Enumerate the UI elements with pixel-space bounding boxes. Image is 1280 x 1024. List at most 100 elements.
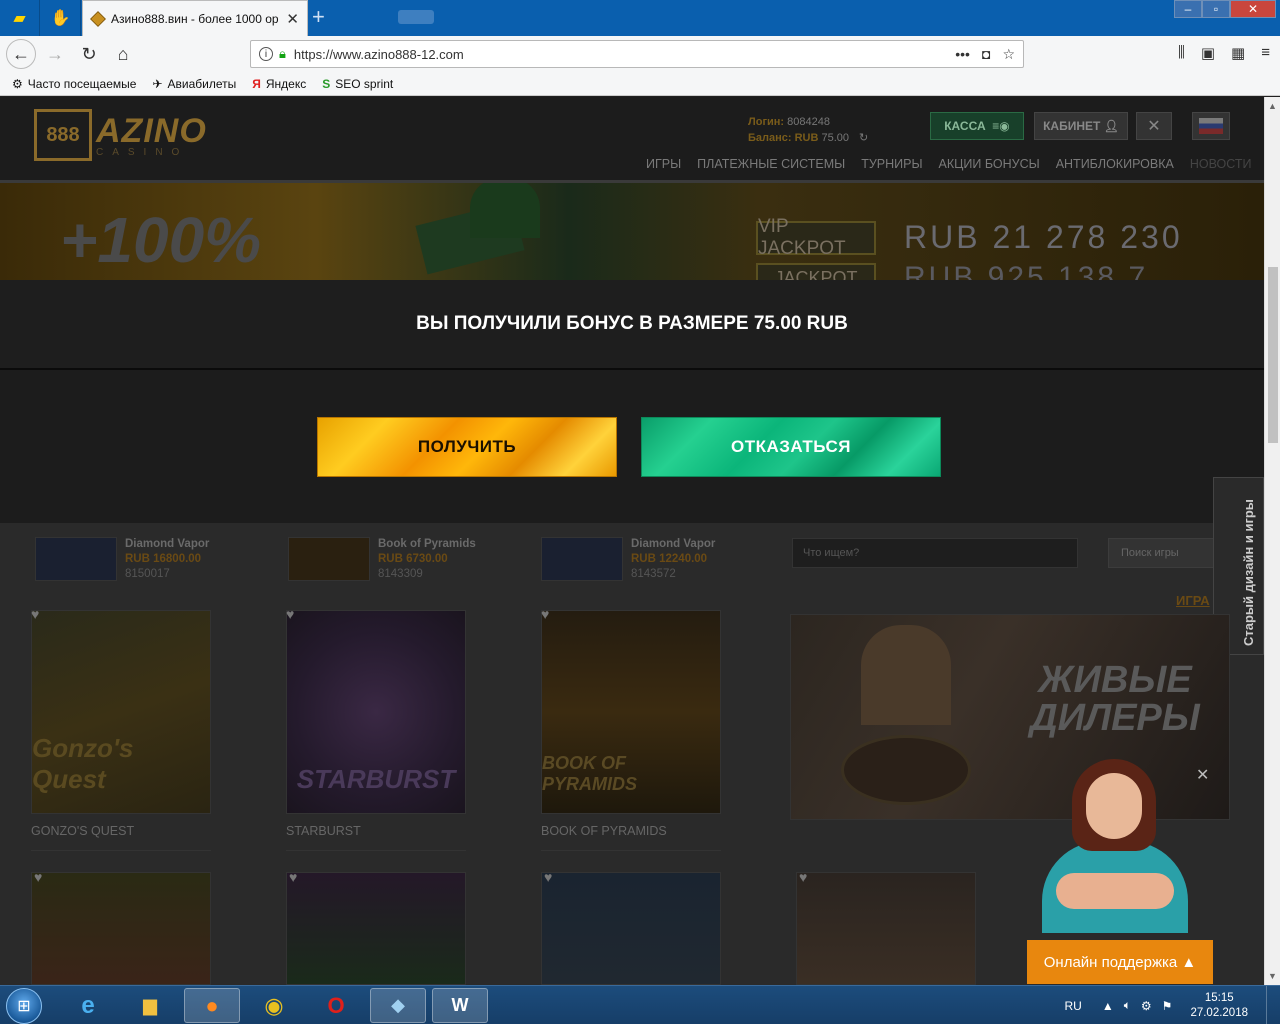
plane-icon: ✈: [152, 76, 163, 91]
kabinet-button[interactable]: КАБИНЕТ 👤︎: [1034, 112, 1128, 140]
favorite-heart-icon[interactable]: ♥: [289, 869, 297, 885]
taskbar-chrome[interactable]: ◉: [246, 988, 302, 1023]
taskbar-explorer[interactable]: ▆: [122, 988, 178, 1023]
winner-item[interactable]: Diamond Vapor RUB 16800.00 8150017: [35, 537, 209, 582]
bookmark-star-icon[interactable]: ☆: [1002, 46, 1015, 63]
favorite-heart-icon[interactable]: ♥: [544, 869, 552, 885]
volume-icon[interactable]: 🔈︎: [1124, 998, 1131, 1013]
game-search-input[interactable]: Что ищем?: [792, 538, 1078, 568]
taskbar-world-of-tanks[interactable]: W: [432, 988, 488, 1023]
game-thumbnail[interactable]: Gonzo's Quest: [31, 610, 211, 814]
close-support-popup-icon[interactable]: ✕: [1196, 765, 1209, 785]
tray-expand-icon[interactable]: ▲: [1102, 999, 1114, 1013]
site-logo[interactable]: 888 AZINO CASINO: [34, 109, 207, 161]
game-title[interactable]: BOOK OF PYRAMIDS: [541, 824, 721, 851]
forward-button[interactable]: →: [40, 39, 70, 69]
game-title[interactable]: STARBURST: [286, 824, 466, 851]
game-title[interactable]: GONZO'S QUEST: [31, 824, 211, 851]
active-tab[interactable]: Азино888.вин - более 1000 ор ✕: [82, 0, 308, 36]
minimize-button[interactable]: –: [1174, 0, 1202, 18]
game-card[interactable]: ♥: [31, 869, 211, 985]
language-indicator[interactable]: RU: [1064, 999, 1081, 1013]
url-text[interactable]: https://www.azino888-12.com: [294, 47, 943, 62]
start-button[interactable]: ⊞: [6, 988, 42, 1024]
winner-game-thumbnail: [35, 537, 117, 581]
pocket-icon[interactable]: ◘: [982, 46, 990, 62]
favorite-heart-icon[interactable]: ♥: [541, 606, 549, 622]
home-button[interactable]: ⌂: [108, 39, 138, 69]
page-actions-icon[interactable]: •••: [955, 46, 970, 62]
menu-item-payments[interactable]: ПЛАТЕЖНЫЕ СИСТЕМЫ: [697, 157, 845, 171]
game-card[interactable]: ♥ STARBURST STARBURST: [286, 606, 466, 851]
lock-icon[interactable]: 🔒︎: [279, 46, 286, 62]
game-card[interactable]: ♥: [796, 869, 976, 985]
all-games-link[interactable]: ИГРА: [1176, 593, 1210, 608]
login-label: Логин:: [748, 116, 785, 128]
winner-item[interactable]: Book of Pyramids RUB 6730.00 8143309: [288, 537, 476, 582]
game-thumbnail[interactable]: BOOK OF PYRAMIDS: [541, 610, 721, 814]
live-dealers-title: ЖИВЫЕ ДИЛЕРЫ: [1030, 659, 1200, 739]
game-thumbnail[interactable]: STARBURST: [286, 610, 466, 814]
scroll-down-icon[interactable]: ▼: [1268, 971, 1277, 981]
show-desktop-button[interactable]: [1266, 986, 1280, 1024]
accept-bonus-button[interactable]: ПОЛУЧИТЬ: [317, 417, 617, 477]
menu-item-tournaments[interactable]: ТУРНИРЫ: [861, 157, 922, 171]
new-tab-button[interactable]: +: [312, 4, 325, 30]
close-tab-icon[interactable]: ✕: [286, 10, 299, 28]
window-controls: – ▫ ✕: [1174, 0, 1276, 18]
kassa-button[interactable]: КАССА ≡◉: [930, 112, 1024, 140]
bookmark-avia[interactable]: ✈ Авиабилеты: [152, 77, 236, 91]
info-icon[interactable]: i: [259, 47, 273, 61]
decline-bonus-button[interactable]: ОТКАЗАТЬСЯ: [641, 417, 941, 477]
extension-icon[interactable]: ▦: [1231, 44, 1245, 62]
game-card[interactable]: ♥ Gonzo's Quest GONZO'S QUEST: [31, 606, 211, 851]
kassa-label: КАССА: [944, 119, 986, 133]
page-scrollbar[interactable]: ▲ ▼: [1264, 97, 1280, 985]
game-card[interactable]: ♥: [541, 869, 721, 985]
back-button[interactable]: ←: [6, 39, 36, 69]
taskbar-opera[interactable]: O: [308, 988, 364, 1023]
menu-item-promotions[interactable]: АКЦИИ БОНУСЫ: [939, 157, 1040, 171]
favorite-heart-icon[interactable]: ♥: [34, 869, 42, 885]
bookmark-yandex[interactable]: Я Яндекс: [252, 77, 306, 91]
taskbar-firefox[interactable]: ●: [184, 988, 240, 1023]
winner-item[interactable]: Diamond Vapor RUB 12240.00 8143572: [541, 537, 715, 582]
seo-sprint-icon: S: [322, 76, 331, 91]
game-search-button[interactable]: Поиск игры: [1108, 538, 1218, 568]
favorite-heart-icon[interactable]: ♥: [31, 606, 39, 622]
promo-banner[interactable]: +100% VIP JACKPOT RUB 21 278 230 JACKPOT…: [0, 180, 1264, 280]
library-icon[interactable]: ⫼: [1178, 44, 1185, 62]
scrollbar-thumb[interactable]: [1268, 267, 1278, 443]
network-icon[interactable]: ⚙: [1141, 999, 1152, 1013]
browser-nav-bar: ← → ↻ ⌂ i 🔒︎ https://www.azino888-12.com…: [0, 36, 1280, 72]
bookmark-seo-sprint[interactable]: S SEO sprint: [322, 77, 393, 91]
clock[interactable]: 15:15 27.02.2018: [1190, 991, 1248, 1021]
maximize-button[interactable]: ▫: [1202, 0, 1230, 18]
taskbar-app[interactable]: ◆: [370, 988, 426, 1023]
support-agent-avatar[interactable]: [1042, 759, 1188, 933]
taskbar-ie[interactable]: e: [60, 988, 116, 1023]
favorite-heart-icon[interactable]: ♥: [799, 869, 807, 885]
menu-item-news[interactable]: НОВОСТИ: [1190, 157, 1252, 171]
favorite-heart-icon[interactable]: ♥: [286, 606, 294, 622]
game-card[interactable]: ♥: [286, 869, 466, 985]
online-support-button[interactable]: Онлайн поддержка ▲: [1027, 940, 1213, 984]
pinned-tab-2[interactable]: ✋: [41, 0, 81, 36]
scroll-up-icon[interactable]: ▲: [1268, 101, 1277, 111]
refresh-balance-icon[interactable]: ↻: [859, 132, 868, 144]
reload-button[interactable]: ↻: [74, 39, 104, 69]
logout-button[interactable]: ✕: [1136, 112, 1172, 140]
hidden-tab[interactable]: [398, 10, 434, 24]
winner-game-thumbnail: [541, 537, 623, 581]
game-card[interactable]: ♥ BOOK OF PYRAMIDS BOOK OF PYRAMIDS: [541, 606, 721, 851]
menu-icon[interactable]: ≡: [1261, 44, 1270, 62]
menu-item-games[interactable]: ИГРЫ: [646, 157, 681, 171]
address-bar[interactable]: i 🔒︎ https://www.azino888-12.com ••• ◘ ☆: [250, 40, 1024, 68]
sidebar-icon[interactable]: ▣: [1201, 44, 1215, 62]
flag-icon[interactable]: ⚑: [1162, 999, 1173, 1013]
bookmark-frequent[interactable]: ⚙ Часто посещаемые: [12, 77, 136, 91]
menu-item-antiblock[interactable]: АНТИБЛОКИРОВКА: [1056, 157, 1174, 171]
close-window-button[interactable]: ✕: [1230, 0, 1276, 18]
language-flag-button[interactable]: [1192, 112, 1230, 140]
pinned-tab-1[interactable]: ▰: [0, 0, 40, 36]
